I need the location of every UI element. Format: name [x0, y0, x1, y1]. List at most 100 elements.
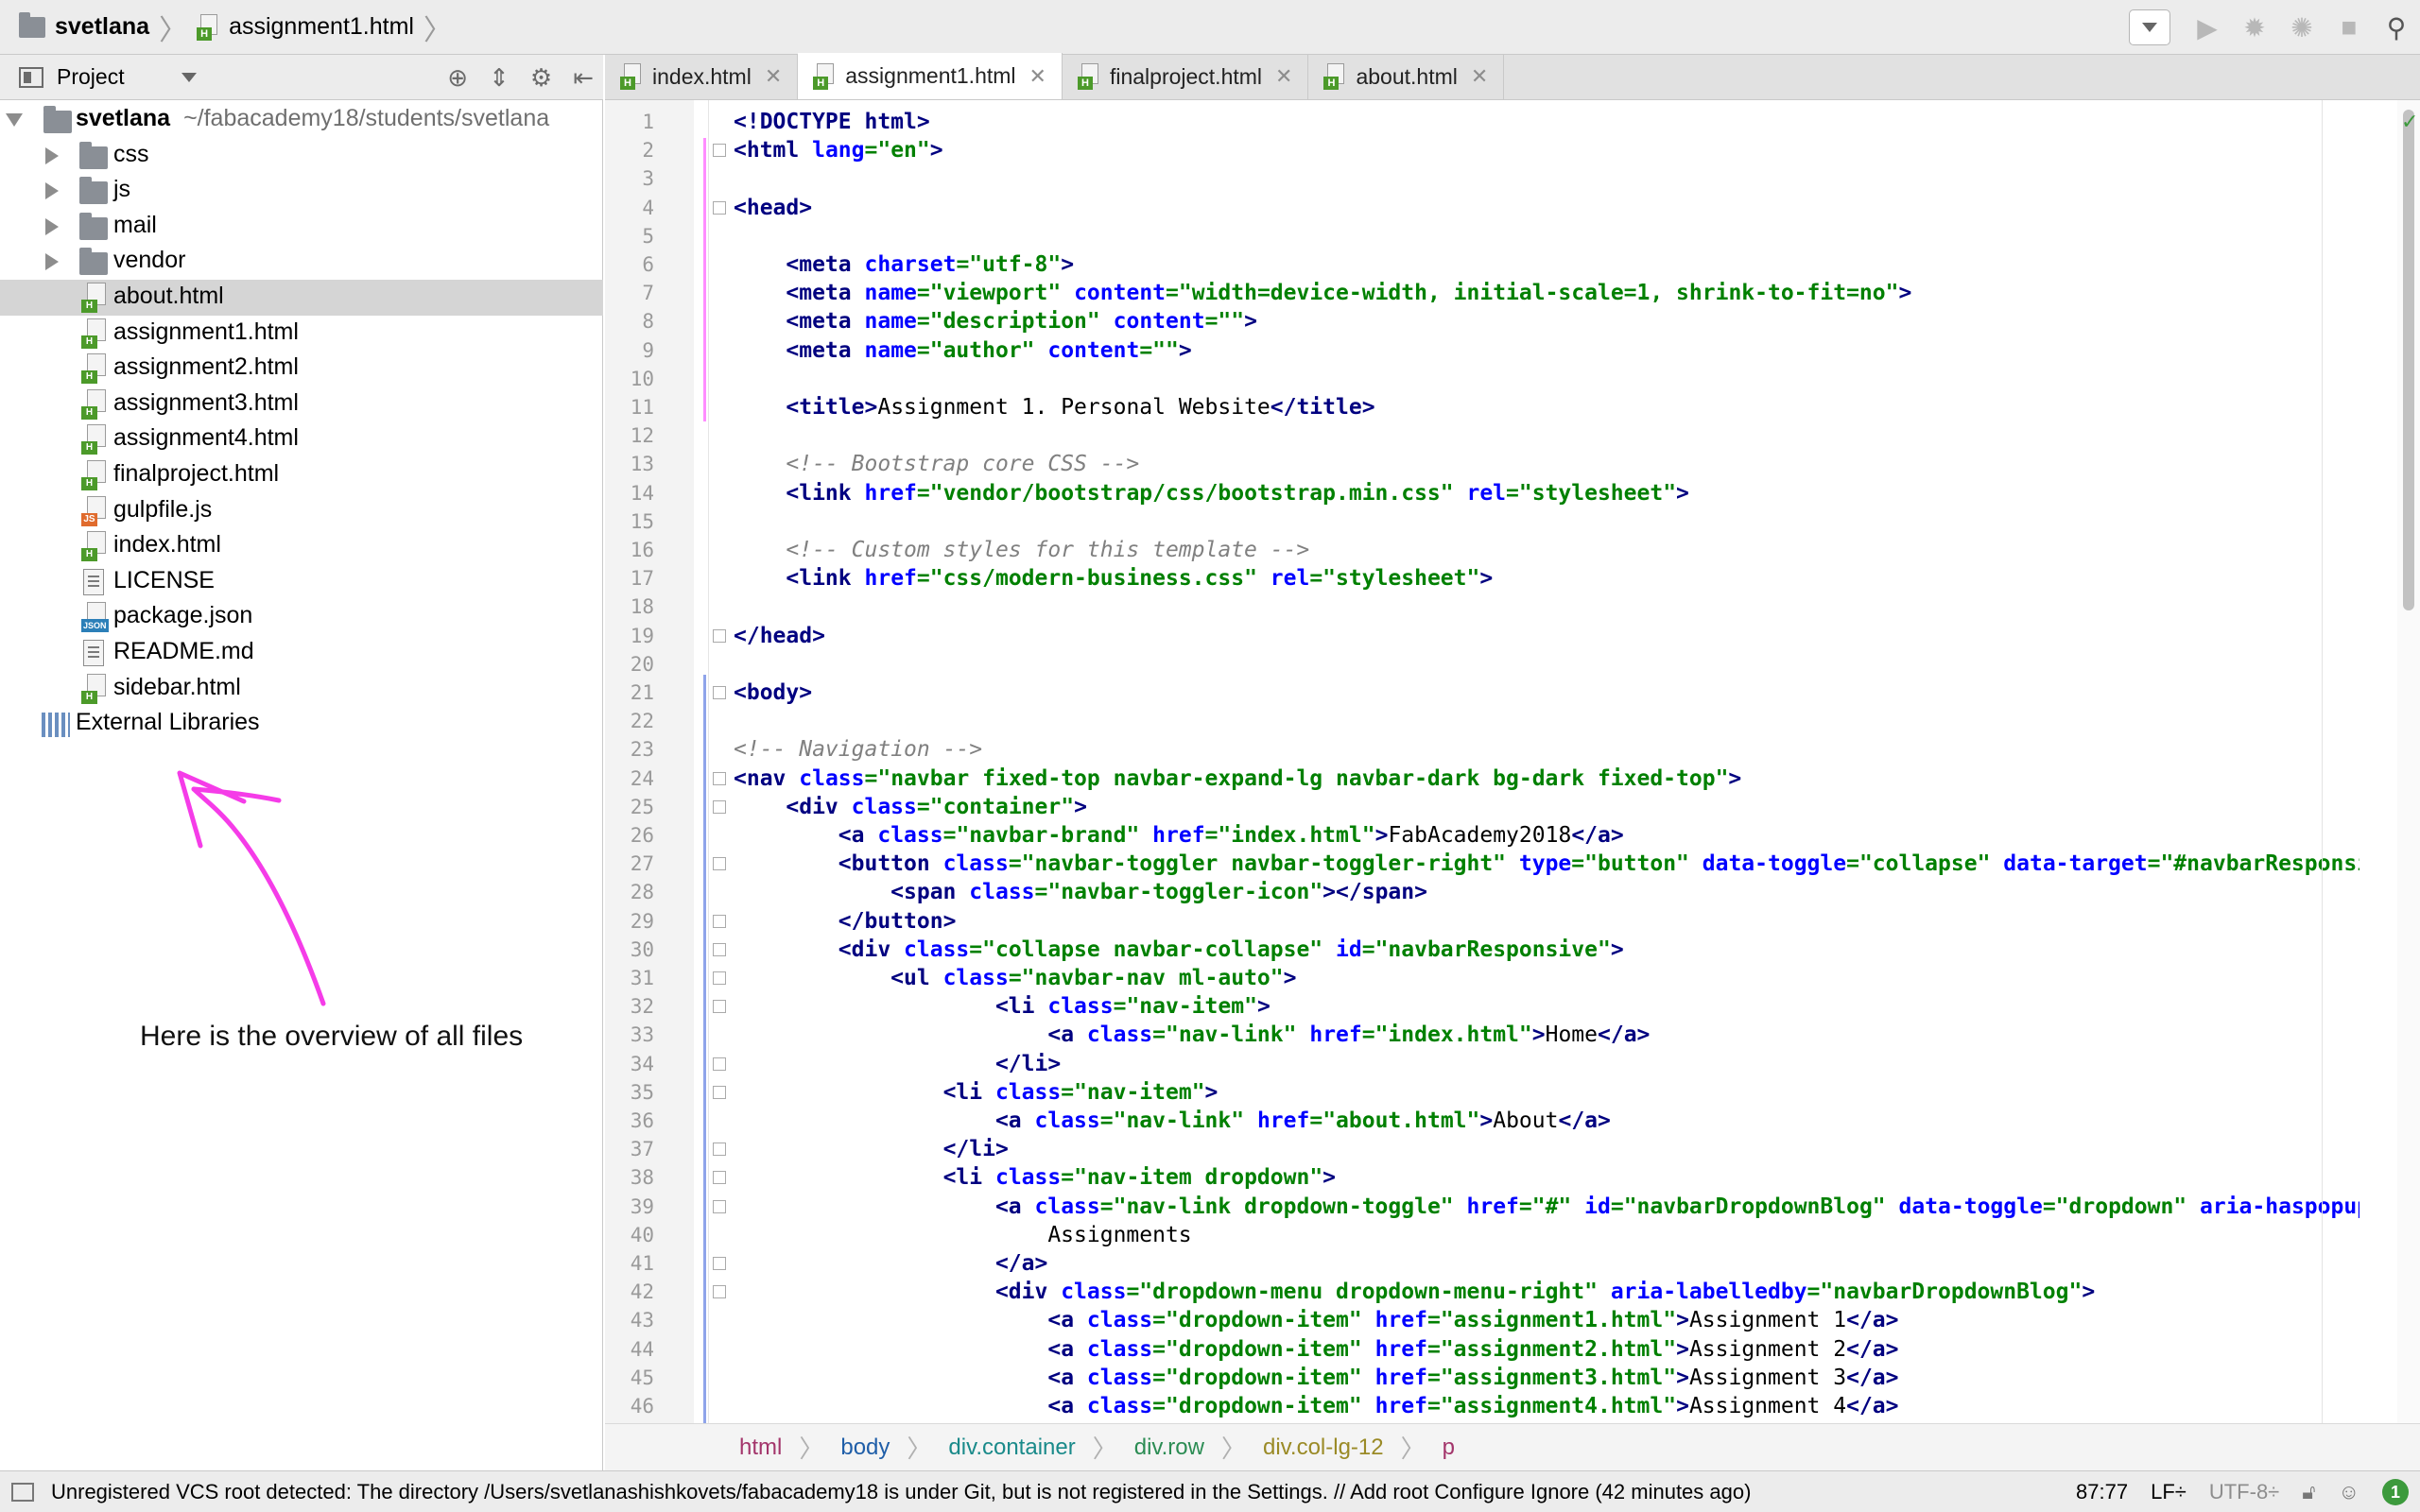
breadcrumb-item[interactable]: body [840, 1435, 890, 1461]
code-line[interactable]: <a class="nav-link" href="index.html">Ho… [734, 1021, 1650, 1049]
code-text: <li class="nav-item"> [994, 994, 1270, 1020]
code-line[interactable]: <meta name="viewport" content="width=dev… [734, 279, 1911, 307]
breadcrumb-item[interactable]: div.container [948, 1435, 1075, 1461]
code-line[interactable]: <a class="dropdown-item" href="assignmen… [734, 1335, 1898, 1364]
checkmark-icon[interactable]: ✓ [2401, 110, 2418, 134]
code-line[interactable]: <nav class="navbar fixed-top navbar-expa… [734, 765, 1741, 793]
fold-icon[interactable] [713, 799, 726, 814]
line-number: 14 [630, 481, 654, 505]
editor-tab[interactable]: Hindex.html ✕ [605, 54, 799, 99]
hector-icon[interactable]: ☺ [2339, 1480, 2360, 1504]
fold-icon[interactable] [713, 1057, 726, 1071]
notifications-badge[interactable]: 1 [2382, 1479, 2409, 1505]
code-line[interactable]: <meta name="author" content=""> [734, 336, 1192, 365]
stop-icon[interactable]: ■ [2325, 0, 2373, 55]
code-line[interactable]: </button> [734, 907, 957, 936]
code-area[interactable]: <!DOCTYPE html> <html lang="en"> <head> <m… [734, 100, 2360, 1423]
code-line[interactable]: <div class="container"> [734, 793, 1087, 821]
code-line[interactable]: <li class="nav-item"> [734, 1078, 1219, 1107]
code-line[interactable]: Assignments [734, 1221, 1191, 1249]
code-text: <link href="css/modern-business.css" rel… [786, 566, 1494, 592]
line-number: 19 [630, 624, 654, 647]
fold-icon[interactable] [713, 771, 726, 785]
fold-icon[interactable] [713, 942, 726, 956]
code-line[interactable]: </li> [734, 1135, 1009, 1163]
close-icon[interactable]: ✕ [1471, 64, 1488, 89]
close-icon[interactable]: ✕ [1275, 64, 1292, 89]
code-line[interactable]: <html lang="en"> [734, 136, 943, 164]
code-editor[interactable]: 1 2 3 4 5 6 7 8 9 10 11 12 13 14 15 16 17 18 19 20 21 22 23 24 2… [605, 100, 2420, 1512]
code-line[interactable]: <link href="css/modern-business.css" rel… [734, 564, 1493, 593]
caret-position[interactable]: 87:77 [2076, 1480, 2128, 1504]
fold-icon[interactable] [713, 1085, 726, 1099]
code-line[interactable]: <ul class="navbar-nav ml-auto"> [734, 964, 1296, 992]
code-line[interactable]: <link href="vendor/bootstrap/css/bootstr… [734, 479, 1689, 507]
fold-icon[interactable] [713, 1257, 726, 1270]
line-number: 39 [630, 1194, 654, 1218]
code-line[interactable]: <!DOCTYPE html> [734, 108, 930, 136]
fold-icon[interactable] [713, 1000, 726, 1014]
code-line[interactable]: <a class="dropdown-item" href="assignmen… [734, 1392, 1899, 1420]
code-line[interactable]: </a> [734, 1249, 1047, 1278]
fold-icon[interactable] [713, 1285, 726, 1299]
editor-tab[interactable]: Habout.html ✕ [1308, 54, 1505, 99]
line-separator[interactable]: LF÷ [2151, 1480, 2187, 1504]
breadcrumb-item[interactable]: p [1443, 1435, 1455, 1461]
code-line[interactable]: <meta charset="utf-8"> [734, 250, 1074, 279]
file-encoding[interactable]: UTF-8÷ [2209, 1480, 2279, 1504]
fold-icon[interactable] [713, 971, 726, 985]
editor-tab[interactable]: Hassignment1.html ✕ [798, 53, 1063, 99]
status-message[interactable]: Unregistered VCS root detected: The dire… [51, 1480, 1751, 1504]
fold-icon[interactable] [713, 144, 726, 158]
fold-icon[interactable] [713, 1143, 726, 1157]
fold-icon[interactable] [713, 914, 726, 928]
code-line[interactable]: <a class="nav-link dropdown-toggle" href… [734, 1193, 2360, 1221]
code-line[interactable]: <!-- Navigation --> [734, 735, 982, 764]
fold-icon[interactable] [713, 200, 726, 215]
code-line[interactable]: <head> [734, 194, 812, 222]
code-line[interactable]: <!-- Custom styles for this template --> [734, 536, 1309, 564]
fold-icon[interactable] [713, 857, 726, 871]
code-line[interactable]: <li class="nav-item dropdown"> [734, 1163, 1336, 1192]
code-line[interactable]: <a class="dropdown-item" href="assignmen… [734, 1306, 1898, 1334]
lock-icon[interactable]: 🔓︎ [2302, 1480, 2315, 1504]
scrollbar-thumb[interactable] [2403, 110, 2414, 610]
coverage-icon[interactable]: ✺ [2278, 0, 2325, 55]
fold-icon[interactable] [713, 628, 726, 643]
toggle-panels-icon[interactable] [11, 1482, 34, 1502]
code-line[interactable]: <a class="nav-link" href="about.html">Ab… [734, 1107, 1611, 1135]
code-line[interactable]: </head> [734, 622, 825, 650]
run-icon[interactable]: ▶ [2184, 0, 2231, 55]
code-line[interactable]: <li class="nav-item"> [734, 992, 1270, 1021]
debug-icon[interactable]: ✹ [2231, 0, 2278, 55]
line-number: 12 [630, 424, 654, 448]
annotation-arrow [177, 770, 326, 1006]
run-configuration-dropdown[interactable] [2129, 9, 2170, 45]
breadcrumb-item[interactable]: div.col-lg-12 [1263, 1435, 1384, 1461]
code-line[interactable]: <!-- Bootstrap core CSS --> [734, 450, 1139, 478]
code-line[interactable]: <meta name="description" content=""> [734, 307, 1257, 335]
close-icon[interactable]: ✕ [765, 64, 782, 89]
code-line[interactable]: <button class="navbar-toggler navbar-tog… [734, 850, 2360, 878]
code-line[interactable]: <a class="navbar-brand" href="index.html… [734, 821, 1624, 850]
close-icon[interactable]: ✕ [1029, 64, 1046, 89]
editor-tab[interactable]: Hfinalproject.html ✕ [1063, 54, 1309, 99]
code-line[interactable]: <body> [734, 679, 812, 707]
code-text: </button> [838, 908, 957, 934]
code-text: <a class="dropdown-item" href="assignmen… [1047, 1394, 1899, 1418]
breadcrumb-item[interactable]: html [739, 1435, 782, 1461]
code-text: <body> [734, 680, 813, 705]
code-line[interactable]: <span class="navbar-toggler-icon"></span… [734, 878, 1427, 906]
code-line[interactable]: <div class="collapse navbar-collapse" id… [734, 936, 1624, 964]
search-icon[interactable]: ⚲ [2373, 0, 2420, 55]
code-line[interactable]: <a class="dropdown-item" href="assignmen… [734, 1364, 1898, 1392]
code-line[interactable]: <div class="dropdown-menu dropdown-menu-… [734, 1278, 2095, 1306]
code-text: </head> [734, 623, 825, 648]
fold-icon[interactable] [713, 1199, 726, 1213]
fold-icon[interactable] [713, 1171, 726, 1185]
breadcrumb-item[interactable]: div.row [1134, 1435, 1204, 1461]
code-line[interactable]: <title>Assignment 1. Personal Website</t… [734, 393, 1374, 421]
code-text: <meta name="author" content=""> [786, 337, 1192, 363]
fold-icon[interactable] [713, 686, 726, 699]
code-line[interactable]: </li> [734, 1050, 1061, 1078]
